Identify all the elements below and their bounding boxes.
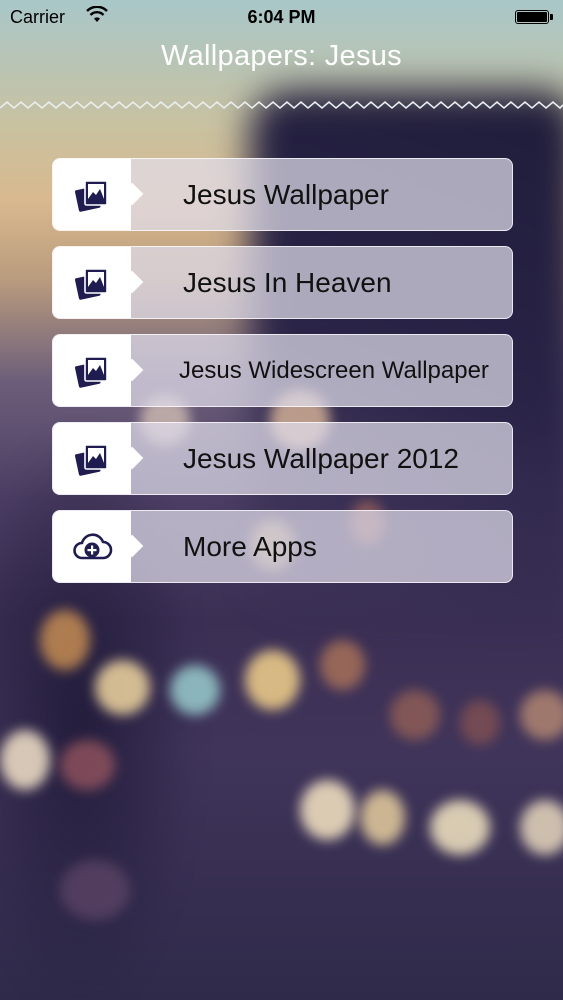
clock-time: 6:04 PM	[247, 7, 316, 27]
photos-icon	[74, 355, 108, 388]
menu-item-more-apps[interactable]: More Apps	[52, 510, 513, 583]
page-title: Wallpapers: Jesus	[161, 40, 402, 72]
zigzag-divider	[0, 100, 563, 110]
icon-tab	[53, 159, 131, 230]
menu-item-jesus-wallpaper[interactable]: Jesus Wallpaper	[52, 158, 513, 231]
photos-icon	[74, 443, 108, 476]
battery-icon	[515, 10, 553, 24]
menu-item-jesus-in-heaven[interactable]: Jesus In Heaven	[52, 246, 513, 319]
icon-tab	[53, 335, 131, 406]
icon-tab	[53, 423, 131, 494]
menu-item-label: Jesus Wallpaper	[183, 179, 389, 210]
menu-item-label: Jesus Widescreen Wallpaper	[179, 357, 489, 384]
menu-item-label: More Apps	[183, 531, 317, 562]
menu-item-label: Jesus In Heaven	[183, 267, 392, 298]
photos-icon	[74, 267, 108, 300]
icon-tab	[53, 511, 131, 582]
status-bar: Carrier 6:04 PM	[0, 0, 563, 36]
menu-item-label: Jesus Wallpaper 2012	[183, 443, 460, 474]
cloud-add-icon	[73, 532, 113, 559]
menu-item-jesus-wallpaper-2012[interactable]: Jesus Wallpaper 2012	[52, 422, 513, 495]
menu-list: Jesus Wallpaper Jesus In Heaven Jesus Wi…	[52, 158, 513, 598]
photos-icon	[74, 179, 108, 212]
menu-item-jesus-widescreen-wallpaper[interactable]: Jesus Widescreen Wallpaper	[52, 334, 513, 407]
icon-tab	[53, 247, 131, 318]
